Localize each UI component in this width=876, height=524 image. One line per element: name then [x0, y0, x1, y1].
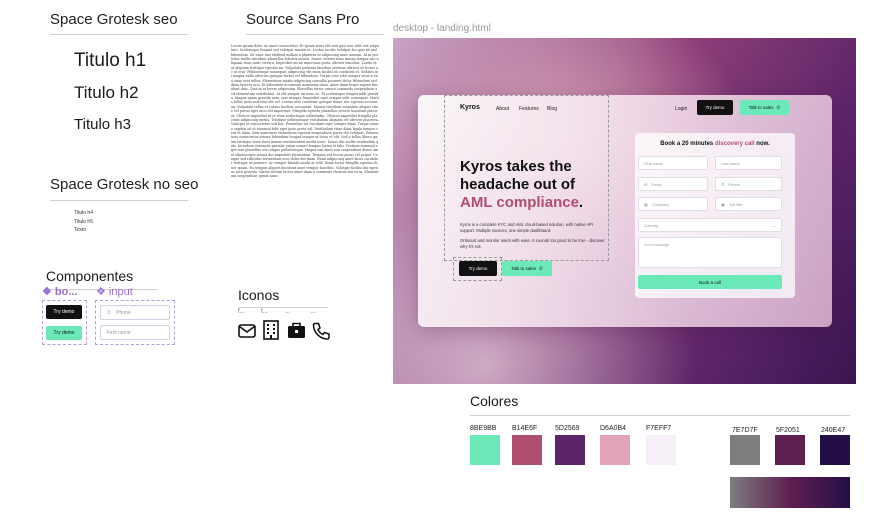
mail-icon: ✉ — [644, 181, 648, 187]
swatch-hex-label: 8BE9BB — [470, 425, 497, 432]
company-field[interactable]: ▦ Company — [638, 197, 708, 211]
briefcase-icon: ▣ — [721, 201, 725, 207]
job-title-field[interactable]: ▣ Job title — [715, 197, 782, 211]
section-title-space-grotesk-no-seo: Space Grotesk no seo — [50, 176, 199, 193]
phone-icon: ✆ — [776, 104, 781, 110]
phone-icon: ✆ — [538, 265, 543, 271]
divider — [246, 34, 384, 35]
color-swatch-wine — [775, 435, 805, 465]
nav-talk-to-sales-button[interactable]: Talk to sales ✆ — [740, 100, 789, 115]
icon-caption: f... — [261, 309, 268, 315]
phone-icon — [312, 322, 330, 340]
section-title-componentes: Componentes — [46, 268, 134, 284]
color-swatch-plum — [555, 435, 585, 465]
component-buttons-label: ❖ bo... — [42, 286, 78, 298]
divider — [50, 200, 188, 201]
sample-h5: Titulo h5 — [74, 219, 93, 225]
icon-caption: f... — [238, 309, 245, 315]
booking-form: Book a 20 minutes discovery call now. Fi… — [635, 133, 795, 298]
swatch-hex-label: 5D2569 — [555, 425, 580, 432]
talk-to-sales-label: Talk to sales — [511, 266, 536, 271]
phone-icon: ✆ — [107, 309, 112, 316]
hero-talk-to-sales-button[interactable]: Talk to sales ✆ — [502, 261, 552, 276]
color-swatch-pink — [600, 435, 630, 465]
component-input-label: ❖ input — [96, 286, 133, 298]
phone-input-sample[interactable]: ✆ Phone — [100, 305, 170, 320]
phone-field[interactable]: ✆ Phone — [715, 177, 782, 191]
chevron-down-icon: ⌄ — [772, 222, 776, 228]
phone-placeholder: Phone — [116, 309, 131, 316]
divider — [470, 415, 850, 416]
form-title: Book a 20 minutes discovery call now. — [660, 141, 770, 147]
talk-to-sales-label: Talk to sales — [748, 105, 774, 110]
try-demo-button-dark[interactable]: Try demo — [46, 305, 82, 319]
sample-text: Texto — [74, 227, 86, 233]
first-name-field[interactable]: First name — [638, 156, 708, 170]
message-textarea[interactable]: Your message — [638, 237, 782, 268]
color-swatch-green — [470, 435, 500, 465]
icon-caption: ... — [285, 309, 291, 315]
mail-icon — [238, 324, 256, 338]
hero-line-3: AML compliance. — [460, 194, 583, 212]
landing-card: Kyros About Features Blog Login Try demo… — [418, 95, 832, 327]
section-title-colores: Colores — [470, 393, 519, 409]
divider — [238, 307, 328, 308]
sample-h4: Titulo h4 — [74, 210, 93, 216]
last-name-field[interactable]: Last name — [715, 156, 782, 170]
color-swatch-blush — [646, 435, 676, 465]
email-field[interactable]: ✉ Email — [638, 177, 708, 191]
swatch-hex-label: B14E6F — [512, 425, 538, 432]
swatch-hex-label: 5F2051 — [776, 427, 800, 434]
swatch-hex-label: F7EFF7 — [646, 425, 672, 432]
section-title-iconos: Iconos — [238, 287, 280, 303]
sample-h3: Titulo h3 — [74, 116, 131, 133]
sample-h1: Titulo h1 — [74, 50, 147, 71]
book-a-call-button[interactable]: Book a call — [638, 275, 782, 289]
first-name-input-sample[interactable]: First name — [100, 325, 170, 340]
section-title-space-grotesk-seo: Space Grotesk seo — [50, 11, 178, 28]
gradient-swatch — [730, 477, 850, 508]
try-demo-button-green[interactable]: Try demo — [46, 326, 82, 340]
color-swatch-gray — [730, 435, 760, 465]
swatch-hex-label: D6A0B4 — [600, 425, 627, 432]
nav-login[interactable]: Login — [675, 106, 687, 112]
landing-frame: Kyros About Features Blog Login Try demo… — [393, 38, 856, 384]
divider — [50, 34, 188, 35]
frame-title: desktop - landing.html — [393, 23, 491, 34]
sample-h2: Titulo h2 — [74, 83, 139, 102]
hero-line-1: Kyros takes the — [460, 158, 572, 175]
hero-body-2: Onboard and monitor users with ease. It … — [460, 238, 605, 249]
section-title-source-sans: Source Sans Pro — [246, 11, 360, 28]
building-icon: ▦ — [644, 201, 648, 207]
building-icon — [263, 320, 279, 340]
hero-line-2: headache out of — [460, 176, 576, 193]
first-name-placeholder: First name — [107, 329, 131, 336]
color-swatch-rose — [512, 435, 542, 465]
swatch-hex-label: 7E7D7F — [732, 427, 758, 434]
briefcase-icon — [288, 322, 305, 338]
hero-dot: . — [578, 194, 584, 211]
swatch-hex-label: 240E47 — [821, 427, 846, 434]
lorem-paragraph: Lorem ipsum dolor sit amet consectetur. … — [231, 44, 379, 179]
nav-try-demo-button[interactable]: Try demo — [697, 100, 733, 115]
phone-icon: ✆ — [721, 181, 725, 187]
hero-body-1: Kyros is a complete KYC and AML cloud-ba… — [460, 222, 594, 233]
color-swatch-indigo — [820, 435, 850, 465]
hero-accent: AML compliance — [460, 194, 579, 211]
icon-caption: ... — [311, 309, 317, 315]
hero-try-demo-button[interactable]: Try demo — [459, 261, 497, 276]
country-select[interactable]: Country ⌄ — [638, 218, 782, 232]
